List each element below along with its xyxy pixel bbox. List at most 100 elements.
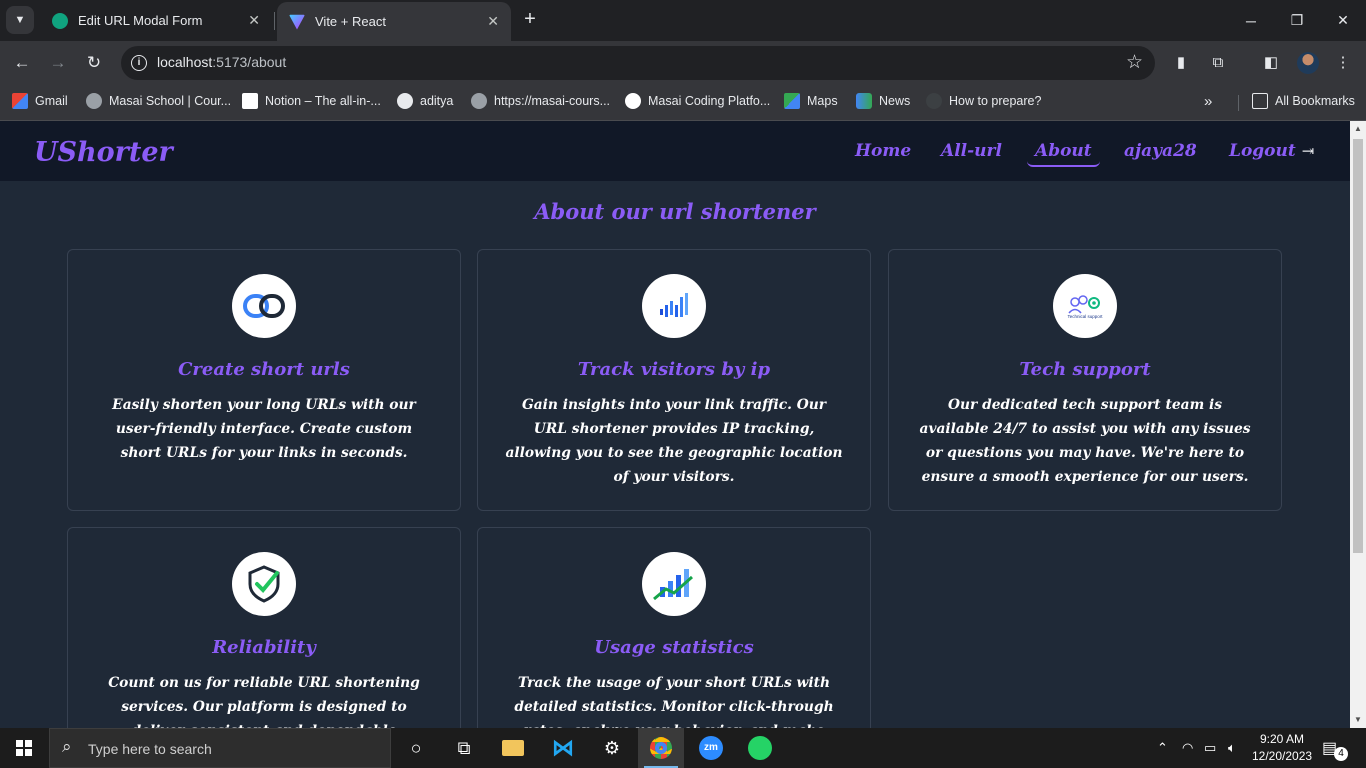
vscode-glyph: ⋈ (552, 735, 574, 760)
restore-button[interactable]: ❐ (1274, 0, 1320, 41)
nav-user[interactable]: ajaya28 (1124, 141, 1197, 161)
card-title: Usage statistics (594, 637, 754, 658)
show-hidden-icons-chevron-icon[interactable]: ⌃ (1157, 740, 1168, 756)
nav-logout[interactable]: Logout ⇥ (1229, 141, 1314, 161)
nav-all-url[interactable]: All-url (941, 141, 1002, 161)
taskbar-search-box[interactable]: ⌕ Type here to search (49, 728, 391, 768)
nav-about[interactable]: About (1027, 141, 1100, 167)
card-description: Easily shorten your long URLs with our u… (112, 397, 416, 461)
bookmark-masai-school[interactable]: Masai School | Cour... (86, 93, 231, 109)
page-scrollbar[interactable]: ▲ ▼ (1350, 121, 1366, 728)
bookmark-notion[interactable]: Notion – The all-in-... (242, 93, 381, 109)
bookmark-masai-course[interactable]: https://masai-cours... (471, 93, 610, 109)
nav-home[interactable]: Home (855, 141, 911, 161)
bookmark-maps[interactable]: Maps (784, 93, 838, 109)
chevron-down-icon: ▼ (14, 14, 26, 26)
all-bookmarks-button[interactable]: All Bookmarks (1252, 93, 1355, 109)
card-title: Create short urls (178, 359, 350, 380)
bookmark-label: aditya (420, 94, 454, 108)
address-bar[interactable]: i localhost:5173/about ☆ (121, 46, 1155, 80)
chatgpt-icon (52, 12, 68, 29)
bookmark-gmail[interactable]: Gmail (12, 93, 68, 109)
file-explorer-icon[interactable] (490, 728, 536, 768)
bookmark-label: How to prepare? (949, 94, 1042, 108)
wifi-icon[interactable]: ◠ (1182, 740, 1193, 756)
windows-taskbar: ⌕ Type here to search ○ ⧉ ⋈ ⚙ zm ⌃ ◠ ▭ 🔈… (0, 728, 1366, 768)
shield-check-icon (232, 552, 296, 616)
tab-divider (274, 12, 275, 30)
extensions-puzzle-icon[interactable]: ⧉ (1206, 51, 1230, 75)
card-title: Tech support (1019, 359, 1151, 380)
site-info-icon[interactable]: i (131, 55, 147, 71)
bookmarks-divider (1238, 95, 1239, 111)
settings-gear-icon[interactable]: ⚙ (589, 728, 635, 768)
bookmark-star-icon[interactable]: ☆ (1126, 51, 1143, 74)
gmail-icon (12, 93, 28, 109)
vscode-icon[interactable]: ⋈ (540, 728, 586, 768)
bookmark-label: https://masai-cours... (494, 94, 611, 108)
windows-logo-icon (16, 740, 32, 756)
more-bookmarks-button[interactable]: » (1204, 93, 1212, 110)
profile-avatar[interactable] (1297, 52, 1319, 74)
scroll-up-arrow[interactable]: ▲ (1350, 121, 1366, 137)
news-icon (856, 93, 872, 109)
whatsapp-icon[interactable] (737, 728, 783, 768)
side-panel-icon[interactable]: ◧ (1259, 51, 1283, 75)
clock-time: 9:20 AM (1259, 732, 1305, 746)
system-clock[interactable]: 9:20 AM 12/20/2023 (1252, 731, 1312, 765)
chrome-icon[interactable] (638, 728, 684, 768)
notion-icon (242, 93, 258, 109)
url-host: localhost (157, 54, 213, 70)
cortana-icon[interactable]: ○ (393, 728, 439, 768)
feature-card: Track visitors by ip Gain insights into … (477, 249, 871, 511)
close-window-button[interactable]: ✕ (1320, 0, 1366, 41)
bookmark-how-to-prepare[interactable]: How to prepare? (926, 93, 1041, 109)
feature-card: Create short urls Easily shorten your lo… (67, 249, 461, 511)
bookmark-label: News (879, 94, 911, 108)
task-view-icon[interactable]: ⧉ (441, 728, 487, 768)
close-tab-icon[interactable]: ✕ (487, 13, 499, 30)
bookmarks-bar: Gmail Masai School | Cour... Notion – Th… (0, 85, 1366, 121)
url-text[interactable]: localhost:5173/about (157, 54, 286, 70)
volume-icon[interactable]: 🔈︎ (1228, 740, 1236, 756)
bookmark-news[interactable]: News (856, 93, 910, 109)
chrome-glyph (650, 737, 672, 759)
card-title: Reliability (212, 637, 316, 658)
tab-title: Vite + React (315, 14, 386, 29)
bookmark-label: Notion – The all-in-... (265, 94, 381, 108)
tab-edit-url-modal-form[interactable]: Edit URL Modal Form ✕ (40, 0, 272, 41)
tab-title: Edit URL Modal Form (78, 13, 203, 28)
search-icon: ⌕ (62, 737, 72, 756)
menu-kebab-icon[interactable]: ⋮ (1331, 51, 1355, 75)
close-tab-icon[interactable]: ✕ (248, 12, 260, 29)
bookmark-label: Masai School | Cour... (109, 94, 232, 108)
page-title: About our url shortener (534, 199, 816, 224)
start-button[interactable] (0, 728, 48, 768)
tab-search-button[interactable]: ▼ (6, 6, 34, 34)
notification-center-icon[interactable]: ▤ 4 (1322, 738, 1348, 761)
scroll-thumb[interactable] (1353, 139, 1363, 553)
globe-icon (86, 93, 102, 109)
brand-logo[interactable]: UShorter (34, 137, 173, 168)
app-navbar: UShorter Home All-url About ajaya28 Logo… (0, 121, 1350, 181)
card-description: Our dedicated tech support team is avail… (919, 397, 1251, 485)
bookmark-aditya[interactable]: aditya (397, 93, 453, 109)
feature-card: Usage statistics Track the usage of your… (477, 527, 871, 728)
forward-button[interactable]: → (45, 50, 71, 76)
back-button[interactable]: ← (9, 50, 35, 76)
reload-button[interactable]: ↻ (81, 50, 107, 76)
bookmark-masai-coding[interactable]: Masai Coding Platfo... (625, 93, 770, 109)
tech-support-icon-caption: Technical support (1067, 313, 1103, 319)
google-drive-extension-icon[interactable]: ▮ (1169, 51, 1193, 75)
search-placeholder: Type here to search (88, 741, 212, 757)
scroll-down-arrow[interactable]: ▼ (1350, 712, 1366, 728)
zoom-icon[interactable]: zm (688, 728, 734, 768)
tab-vite-react[interactable]: Vite + React ✕ (277, 2, 511, 41)
folder-shape (502, 740, 524, 756)
new-tab-button[interactable]: + (518, 8, 542, 32)
battery-icon[interactable]: ▭ (1204, 740, 1216, 756)
logout-label: Logout (1229, 141, 1296, 161)
minimize-button[interactable]: ─ (1228, 0, 1274, 41)
github-icon (397, 93, 413, 109)
url-path: :5173/about (212, 54, 287, 70)
